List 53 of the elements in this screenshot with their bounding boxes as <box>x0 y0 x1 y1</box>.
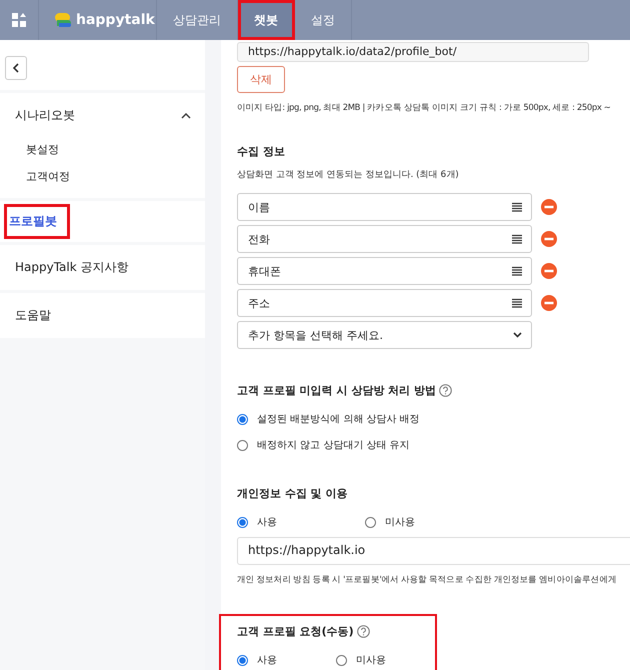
radio-button[interactable] <box>336 654 347 666</box>
add-item-dropdown[interactable]: 추가 항목을 선택해 주세요. <box>237 321 532 349</box>
drag-handle-icon[interactable] <box>512 202 522 212</box>
section-title: 고객 프로필 요청(수동) <box>237 624 354 639</box>
field-label: 전화 <box>248 232 270 246</box>
section-title: 개인정보 수집 및 이용 <box>237 486 348 501</box>
remove-icon[interactable] <box>541 199 557 215</box>
help-icon[interactable] <box>356 625 370 638</box>
radio-label: 사용 <box>257 654 277 667</box>
collected-field[interactable]: 주소 <box>237 289 532 317</box>
field-label: 이름 <box>248 200 270 214</box>
policy-url-field[interactable]: https://happytalk.io <box>237 537 630 565</box>
chevron-down-icon <box>513 332 522 338</box>
image-url-field[interactable]: https://happytalk.io/data2/profile_bot/ <box>237 42 589 62</box>
remove-icon[interactable] <box>541 263 557 279</box>
policy-note-text: 개인 정보처리 방침 등록 시 '프로필봇'에서 사용할 목적으로 수집한 개인정보를 엠비아이솔루션에게 <box>237 574 618 586</box>
remove-icon[interactable] <box>541 295 557 311</box>
sidebar-subitem[interactable]: 봇설정 <box>26 142 205 157</box>
sidebar-item[interactable]: 시나리오봇 <box>13 105 77 126</box>
radio-button[interactable] <box>365 516 376 528</box>
radio-button[interactable] <box>237 654 248 666</box>
section-description: 상담화면 고객 정보에 연동되는 정보입니다. (최대 6개) <box>237 169 460 181</box>
radio-button[interactable] <box>237 440 248 450</box>
sidebar-subitem[interactable]: 고객여정 <box>26 169 205 184</box>
radio-button[interactable] <box>237 414 248 424</box>
collected-field[interactable]: 전화 <box>237 225 532 253</box>
caret-icon[interactable] <box>181 112 191 118</box>
collected-field[interactable]: 이름 <box>237 193 532 221</box>
section-title: 수집 정보 <box>237 144 286 159</box>
drag-handle-icon[interactable] <box>512 266 522 276</box>
radio-label: 배정하지 않고 상담대기 상태 유지 <box>257 439 410 452</box>
collected-field[interactable]: 휴대폰 <box>237 257 532 285</box>
radio-label: 미사용 <box>385 516 415 529</box>
drag-handle-icon[interactable] <box>512 298 522 308</box>
field-label: 휴대폰 <box>248 264 281 278</box>
speech-bubble-logo-icon <box>55 13 71 27</box>
drag-handle-icon[interactable] <box>512 234 522 244</box>
radio-label: 설정된 배분방식에 의해 상담사 배정 <box>257 413 420 426</box>
back-button[interactable] <box>5 56 27 80</box>
image-hint-text: 이미지 타입: jpg, png, 최대 2MB | 카카오톡 상담톡 이미지 크기 규칙 : 가로 500px, 세로 : 250px ~ <box>237 102 612 114</box>
sidebar-item[interactable]: 도움말 <box>13 305 53 326</box>
delete-button[interactable]: 삭제 <box>237 66 285 93</box>
radio-button[interactable] <box>237 516 248 528</box>
nav-tab[interactable]: 챗봇 <box>238 0 295 40</box>
radio-label: 사용 <box>257 516 277 529</box>
field-label: 주소 <box>248 296 270 310</box>
remove-icon[interactable] <box>541 231 557 247</box>
chevron-left-icon <box>12 63 20 73</box>
radio-label: 미사용 <box>356 654 386 667</box>
help-icon[interactable] <box>438 384 452 397</box>
section-title: 고객 프로필 미입력 시 상담방 처리 방법 <box>237 383 436 398</box>
brand-name: happytalk <box>76 12 155 28</box>
apps-grid-icon[interactable] <box>11 12 27 28</box>
